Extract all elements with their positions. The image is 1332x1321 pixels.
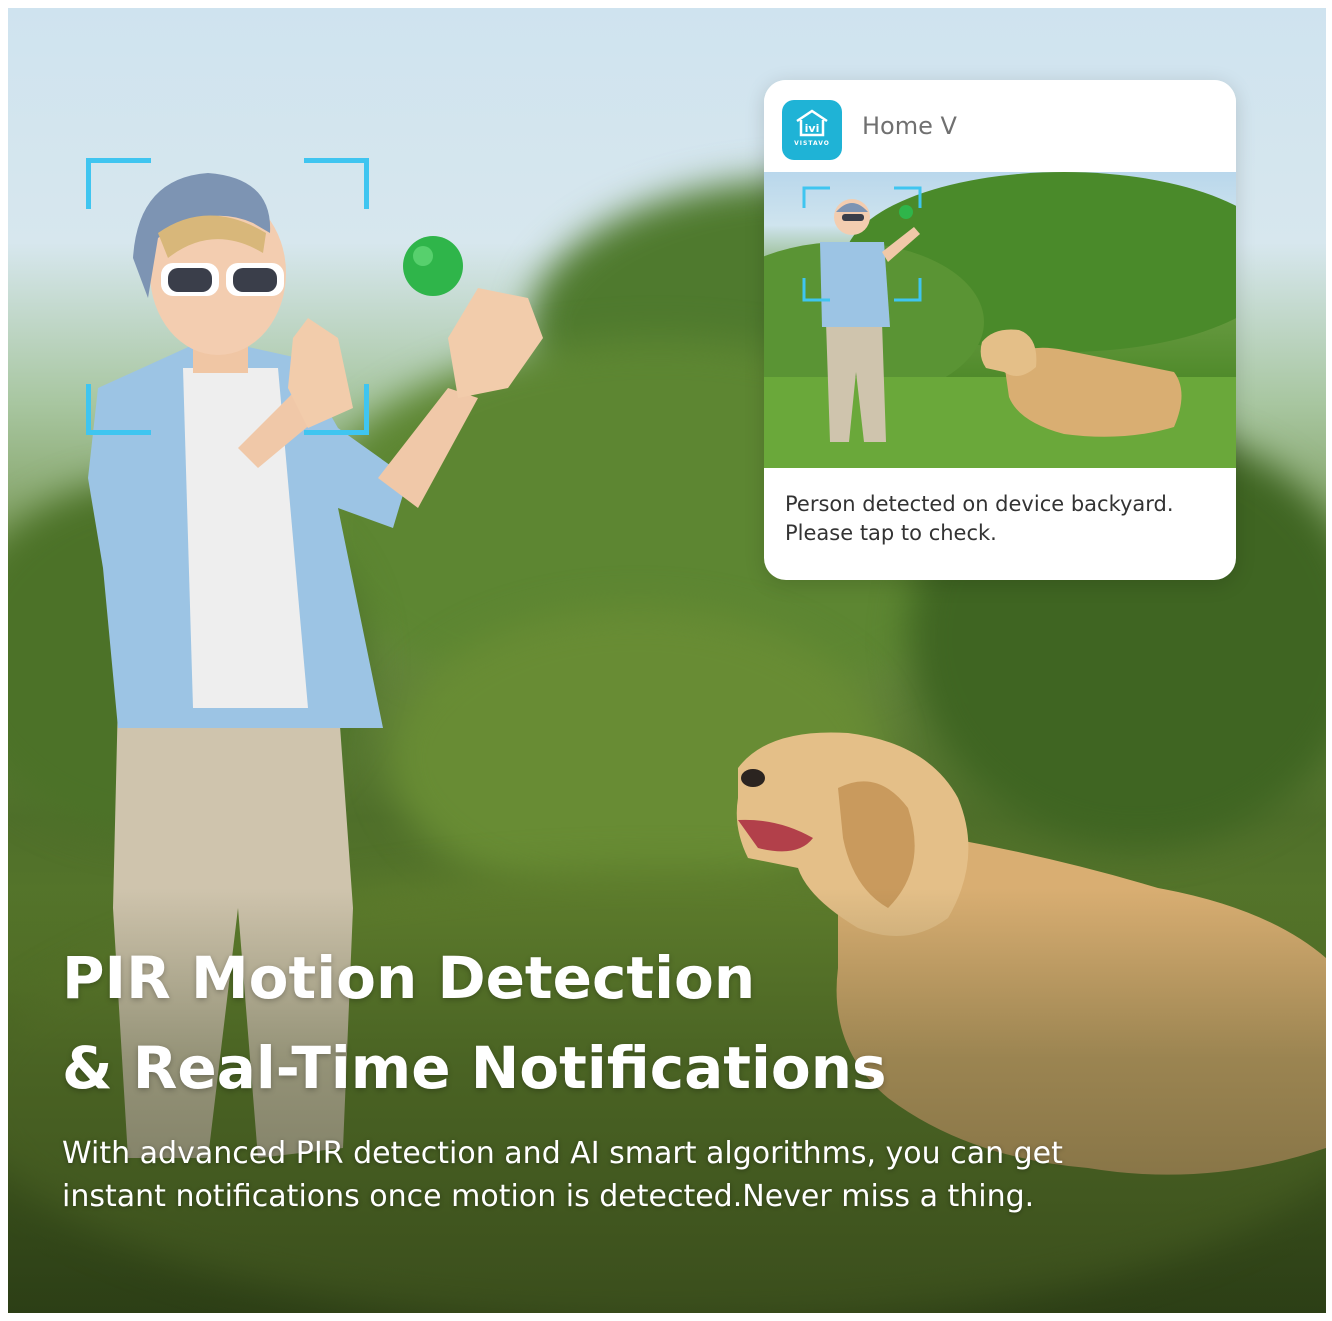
detection-frame-corner-br [304,384,369,435]
push-notification-card[interactable]: ivi VISTAVO Home V Person detected on de… [764,80,1236,580]
description-line1: With advanced PIR detection and AI smart… [62,1136,1063,1171]
headline-line1: PIR Motion Detection [62,944,756,1012]
detection-frame-corner-tr [304,158,369,209]
logo-letters: ivi [805,122,820,135]
detection-frame-corner-bl [86,384,151,435]
feature-description: With advanced PIR detection and AI smart… [62,1132,1212,1218]
description-line2: instant notifications once motion is det… [62,1179,1035,1214]
notification-message-line1: Person detected on device backyard. [785,492,1174,516]
app-name: Home V [862,112,957,140]
vistavo-home-logo-icon: ivi VISTAVO [782,100,842,160]
detection-frame-corner-tl [86,158,151,209]
headline-line2: & Real-Time Notifications [62,1034,887,1102]
notification-header: ivi VISTAVO Home V [764,80,1236,172]
notification-message-line2: Please tap to check. [785,521,997,545]
logo-wordmark: VISTAVO [794,140,830,147]
snapshot-scene [764,172,1236,468]
notification-snapshot[interactable] [764,172,1236,468]
notification-message: Person detected on device backyard. Plea… [785,490,1225,548]
hero-photo: ivi VISTAVO Home V Person detected on de… [8,8,1326,1313]
house-icon: ivi [796,109,828,137]
page-headline: PIR Motion Detection & Real-Time Notific… [62,933,887,1113]
